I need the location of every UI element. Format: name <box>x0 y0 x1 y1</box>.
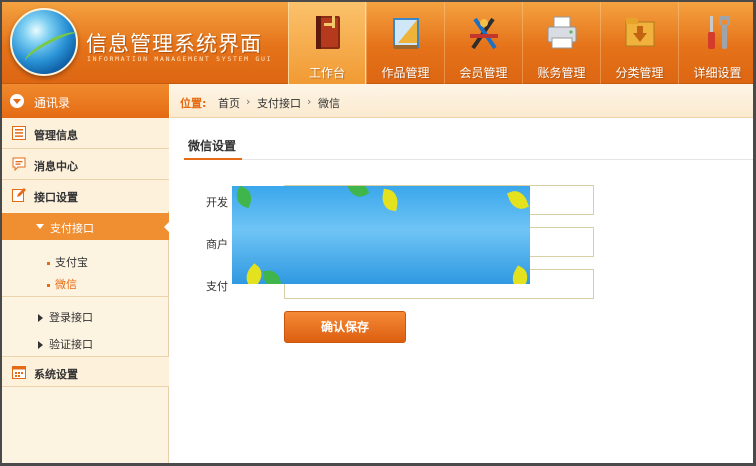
message-icon <box>12 157 26 171</box>
nav-categories[interactable]: 分类管理 <box>600 2 678 84</box>
sidebar-item-interface[interactable]: 接口设置 <box>2 180 169 211</box>
nav-settings[interactable]: 详细设置 <box>678 2 753 84</box>
app-subtitle: INFORMATION MANAGEMENT SYSTEM GUI <box>87 55 273 63</box>
field-label-merchant: 商户 <box>206 238 228 251</box>
sidebar-item-messages[interactable]: 消息中心 <box>2 149 169 180</box>
list-icon <box>12 126 26 140</box>
tab-bar: 微信设置 <box>184 130 753 160</box>
sidebar: 通讯录 管理信息 消息中心 接口设置 支付接口 支付宝 微信 登录接口 验证接口… <box>2 84 170 463</box>
globe-logo-icon <box>10 8 78 76</box>
main-content: 微信设置 开发 商户 支付 确认保存 <box>170 119 753 463</box>
sidebar-subitem-verify[interactable]: 验证接口 <box>38 336 93 352</box>
nav-members[interactable]: 会员管理 <box>444 2 522 84</box>
leaf-decoration <box>346 186 370 201</box>
sidebar-subitem-login[interactable]: 登录接口 <box>38 309 93 325</box>
nav-label: 工作台 <box>308 66 345 80</box>
nav-label: 账务管理 <box>537 66 586 80</box>
leaf-decoration <box>262 268 282 284</box>
save-button[interactable]: 确认保存 <box>284 311 406 343</box>
breadcrumb-payment[interactable]: 支付接口 <box>257 95 301 111</box>
sidebar-subitem-payment[interactable]: 支付接口 <box>2 213 170 240</box>
leaf-label: 支付宝 <box>55 256 88 269</box>
design-tools-icon <box>470 17 498 50</box>
drawing-board-icon <box>393 18 419 49</box>
ledger-book-icon <box>316 16 340 49</box>
chevron-down-icon <box>10 94 24 108</box>
sidebar-item-label: 消息中心 <box>34 160 78 173</box>
bullet-icon <box>47 283 50 287</box>
field-label-dev: 开发 <box>206 196 228 209</box>
field-label-payment: 支付 <box>206 280 228 293</box>
sidebar-header-label: 通讯录 <box>34 96 71 110</box>
printer-icon <box>547 16 577 49</box>
nav-workbench[interactable]: 工作台 <box>288 2 366 84</box>
nav-label: 详细设置 <box>693 66 742 80</box>
sidebar-subitem-label: 支付接口 <box>50 222 94 235</box>
sidebar-subitem-label: 登录接口 <box>49 311 93 324</box>
nav-label: 分类管理 <box>615 66 664 80</box>
nav-label: 会员管理 <box>459 66 508 80</box>
leaf-decoration <box>508 265 530 284</box>
bullet-icon <box>47 261 50 265</box>
breadcrumb-separator: › <box>307 95 312 108</box>
edit-icon <box>12 188 26 202</box>
tab-wechat-settings[interactable]: 微信设置 <box>184 130 243 160</box>
decorative-banner <box>232 186 530 284</box>
leaf-label: 微信 <box>55 278 77 291</box>
sidebar-header-contacts[interactable]: 通讯录 <box>2 84 169 118</box>
leaf-decoration <box>507 187 529 213</box>
sidebar-item-label: 系统设置 <box>34 368 78 381</box>
leaf-decoration <box>233 186 255 209</box>
caret-right-icon <box>38 341 43 349</box>
breadcrumb: 位置: 首页 › 支付接口 › 微信 <box>170 84 753 118</box>
caret-down-icon <box>36 224 44 229</box>
sidebar-item-label: 接口设置 <box>34 191 78 204</box>
download-box-icon <box>625 18 655 47</box>
sidebar-item-label: 管理信息 <box>34 129 78 142</box>
sidebar-subitem-label: 验证接口 <box>49 338 93 351</box>
nav-label: 作品管理 <box>381 66 430 80</box>
leaf-decoration <box>380 188 400 212</box>
header-bar: 信息管理系统界面 INFORMATION MANAGEMENT SYSTEM G… <box>2 2 753 84</box>
calendar-icon <box>12 366 26 379</box>
app-window: 信息管理系统界面 INFORMATION MANAGEMENT SYSTEM G… <box>2 2 753 463</box>
app-title: 信息管理系统界面 <box>86 32 262 56</box>
breadcrumb-current: 微信 <box>318 97 340 110</box>
caret-right-icon <box>38 314 43 322</box>
divider <box>2 296 169 297</box>
breadcrumb-prefix: 位置: <box>180 97 207 110</box>
breadcrumb-separator: › <box>246 95 251 108</box>
sidebar-item-system-settings[interactable]: 系统设置 <box>2 356 169 387</box>
top-nav: 工作台 作品管理 会员管理 账务管理 分类管理 详细设置 <box>288 2 753 84</box>
nav-accounts[interactable]: 账务管理 <box>522 2 600 84</box>
sidebar-item-manage-info[interactable]: 管理信息 <box>2 118 169 149</box>
breadcrumb-home[interactable]: 首页 <box>218 95 240 111</box>
sidebar-leaf-alipay[interactable]: 支付宝 <box>47 254 88 270</box>
sidebar-leaf-wechat[interactable]: 微信 <box>47 276 77 292</box>
nav-works[interactable]: 作品管理 <box>366 2 444 84</box>
screwdriver-wrench-icon <box>708 16 730 49</box>
